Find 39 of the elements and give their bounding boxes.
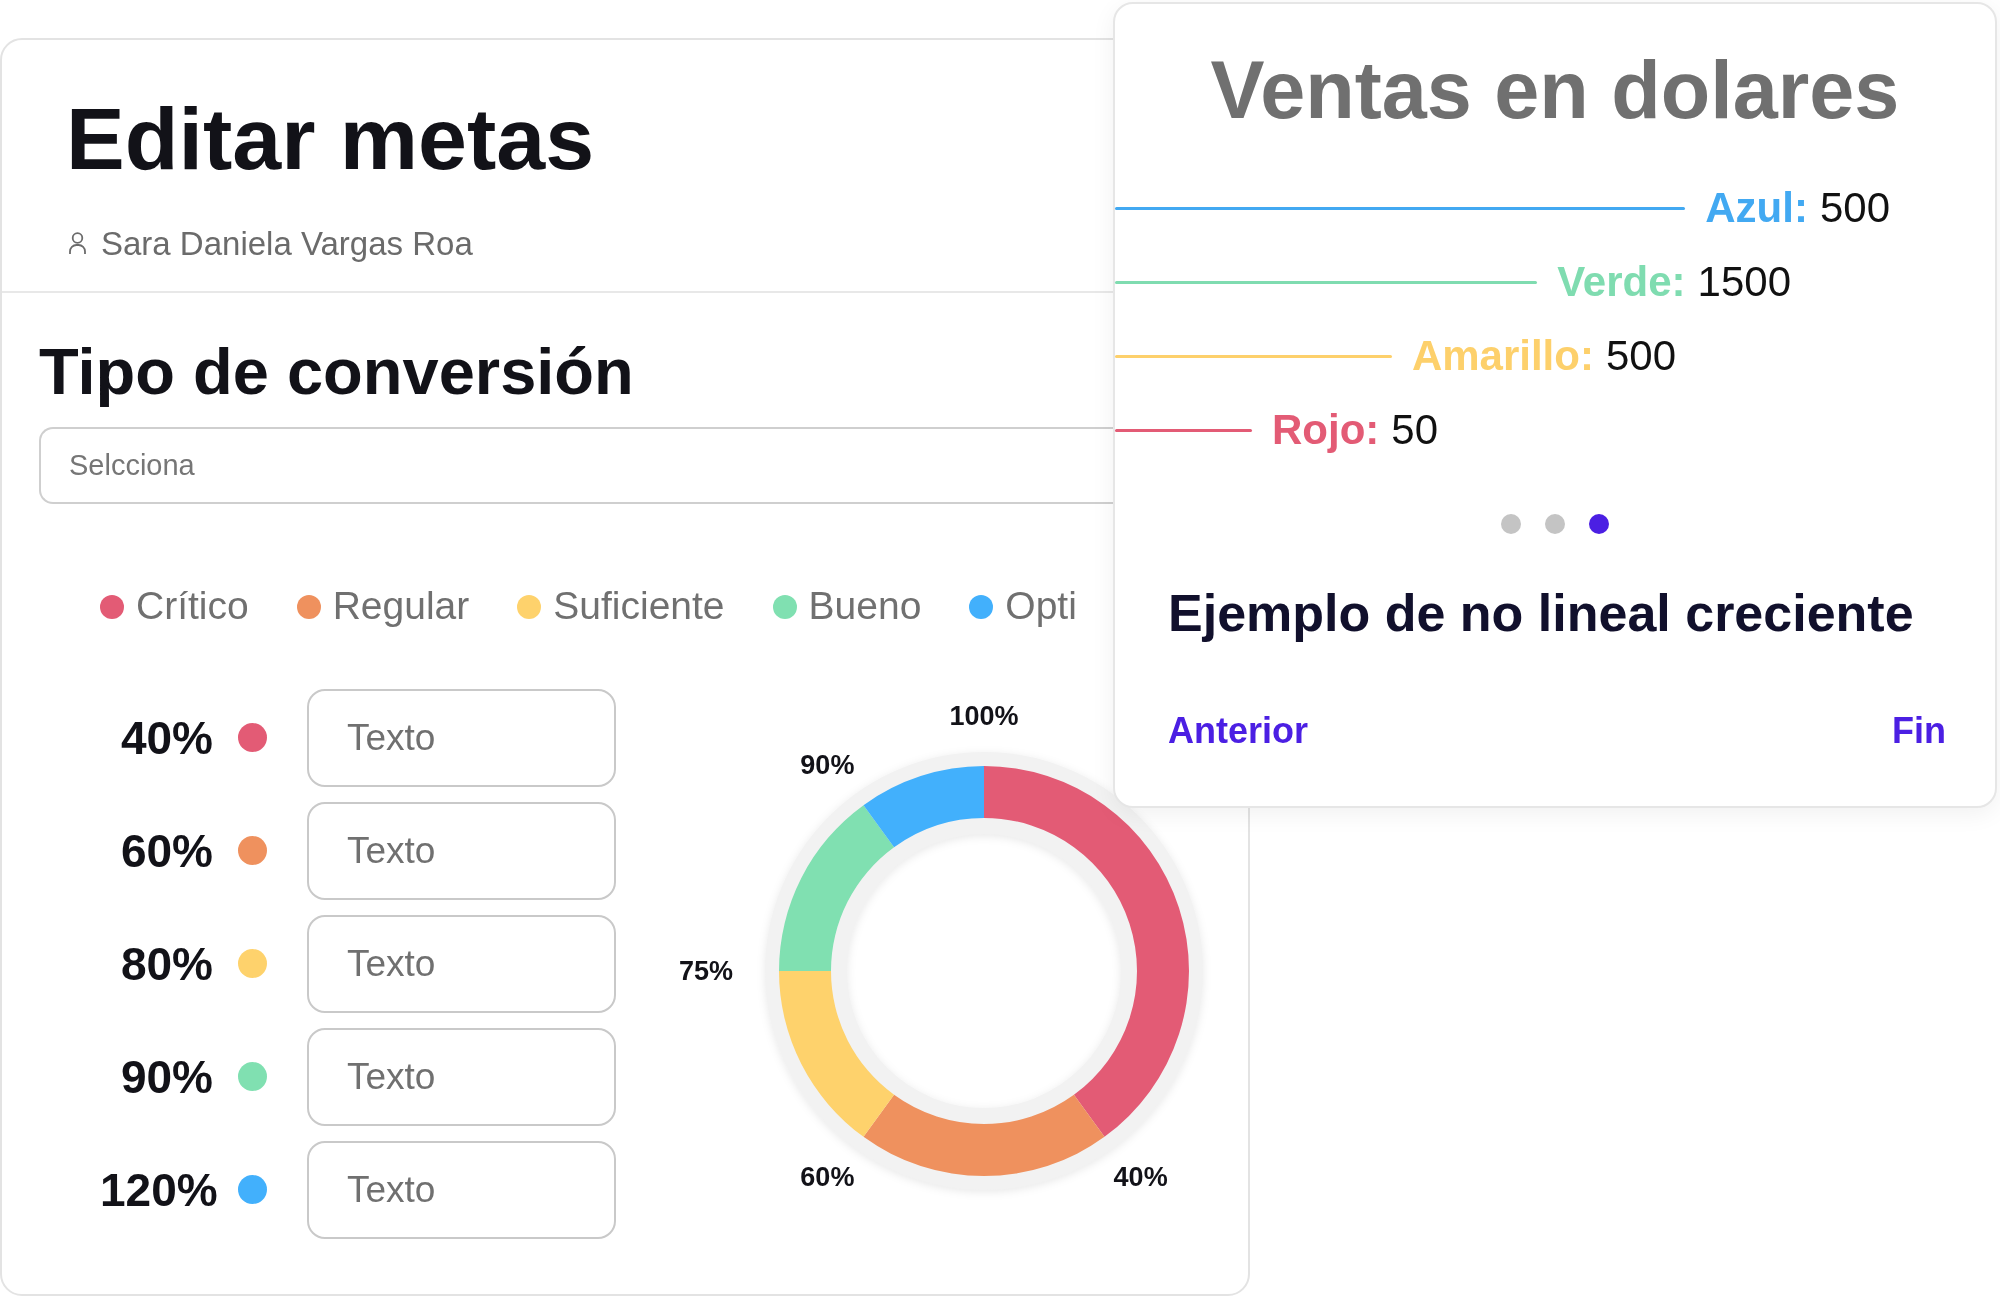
series-value: 50: [1391, 405, 1438, 455]
text-input[interactable]: Texto: [307, 802, 616, 900]
section-title: Tipo de conversión: [39, 334, 634, 411]
series-value: 500: [1819, 183, 1890, 233]
card-title: Ventas en dolares: [1210, 44, 1900, 137]
slice-label: 90%: [800, 749, 855, 780]
threshold-percent: 80%: [119, 937, 213, 991]
threshold-percent: 60%: [119, 824, 213, 878]
owner-name: Sara Daniela Vargas Roa: [101, 223, 473, 264]
legend-label: Crítico: [136, 583, 249, 630]
finish-button[interactable]: Fin: [1892, 708, 1946, 752]
text-input[interactable]: Texto: [307, 1141, 616, 1239]
slide-caption: Ejemplo de no lineal creciente: [1168, 583, 1914, 645]
threshold-percent: 90%: [119, 1050, 213, 1104]
slice-label: 100%: [949, 701, 1019, 731]
series-value: 1500: [1697, 257, 1791, 307]
pagination-dot[interactable]: [1589, 514, 1609, 535]
threshold-percent: 40%: [119, 711, 213, 765]
series-name: Verde:: [1557, 257, 1686, 307]
previous-button[interactable]: Anterior: [1168, 708, 1308, 752]
page-title: Editar metas: [66, 88, 595, 190]
series-name: Azul:: [1705, 183, 1808, 233]
slice-label: 75%: [679, 956, 733, 986]
legend-label: Bueno: [808, 583, 922, 630]
conversion-select[interactable]: Selcciona: [39, 427, 1113, 505]
series-value: 500: [1605, 331, 1676, 381]
slice-label: 60%: [800, 1162, 855, 1193]
text-input[interactable]: Texto: [307, 689, 616, 787]
text-input[interactable]: Texto: [307, 915, 616, 1013]
legend-label: Regular: [332, 583, 470, 630]
pagination-dot[interactable]: [1501, 514, 1521, 535]
slice-label: 40%: [1113, 1162, 1168, 1193]
legend-label: Suficiente: [553, 583, 725, 630]
person-icon: [69, 231, 86, 255]
pagination-dot[interactable]: [1545, 514, 1565, 535]
legend-label: Opti: [1005, 583, 1077, 630]
series-name: Amarillo:: [1411, 331, 1594, 381]
text-input[interactable]: Texto: [307, 1028, 616, 1126]
series-name: Rojo:: [1272, 405, 1380, 455]
